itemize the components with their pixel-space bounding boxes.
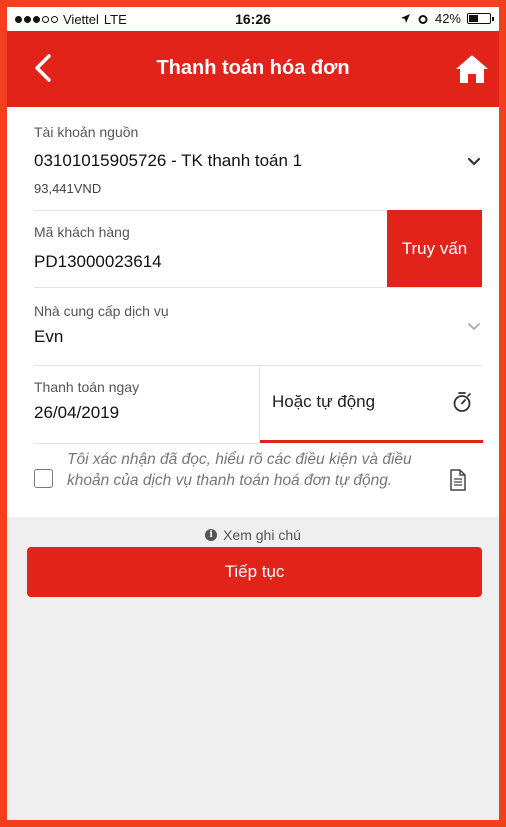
- status-indicators: 42%: [400, 11, 494, 26]
- account-balance: 93,441VND: [34, 181, 102, 196]
- active-tab-indicator: [260, 440, 483, 443]
- terms-checkbox[interactable]: [34, 469, 53, 488]
- divider: [34, 287, 482, 288]
- view-note-label: Xem ghi chú: [223, 527, 301, 543]
- divider: [34, 210, 387, 211]
- divider: [34, 443, 259, 444]
- page-title: Thanh toán hóa đơn: [156, 57, 350, 79]
- view-note-link[interactable]: i Xem ghi chú: [7, 527, 499, 543]
- alarm-icon: [418, 14, 428, 24]
- chevron-down-icon[interactable]: [467, 157, 481, 166]
- source-account-select[interactable]: 03101015905726 - TK thanh toán 1: [34, 151, 302, 171]
- source-account-label: Tài khoản nguồn: [34, 124, 139, 140]
- location-icon: [400, 14, 410, 23]
- auto-payment-label: Hoặc tự động: [272, 392, 376, 411]
- payment-date-field[interactable]: 26/04/2019: [34, 403, 119, 423]
- payment-form: Tài khoản nguồn 03101015905726 - TK than…: [7, 107, 499, 517]
- app-frame: Viettel LTE 16:26 42% Thanh toán hóa đơn…: [0, 0, 506, 827]
- customer-code-label: Mã khách hàng: [34, 224, 130, 240]
- customer-code-input[interactable]: PD13000023614: [34, 252, 162, 272]
- document-icon[interactable]: [449, 469, 467, 491]
- stopwatch-icon[interactable]: [452, 391, 472, 413]
- pay-now-label: Thanh toán ngay: [34, 379, 140, 395]
- continue-button[interactable]: Tiếp tục: [27, 547, 482, 597]
- app-header: Thanh toán hóa đơn: [7, 31, 499, 107]
- battery-icon: [467, 13, 494, 24]
- query-button[interactable]: Truy vấn: [387, 210, 482, 287]
- status-bar: Viettel LTE 16:26 42%: [7, 7, 499, 31]
- provider-select[interactable]: Evn: [34, 327, 63, 347]
- terms-text: Tôi xác nhận đã đọc, hiểu rõ các điều ki…: [67, 451, 412, 489]
- provider-label: Nhà cung cấp dịch vụ: [34, 303, 169, 319]
- auto-payment-tab[interactable]: Hoặc tự động: [259, 365, 483, 443]
- battery-percent: 42%: [434, 11, 461, 26]
- chevron-down-icon[interactable]: [467, 322, 481, 331]
- info-icon: i: [205, 529, 218, 541]
- home-icon[interactable]: [455, 53, 489, 85]
